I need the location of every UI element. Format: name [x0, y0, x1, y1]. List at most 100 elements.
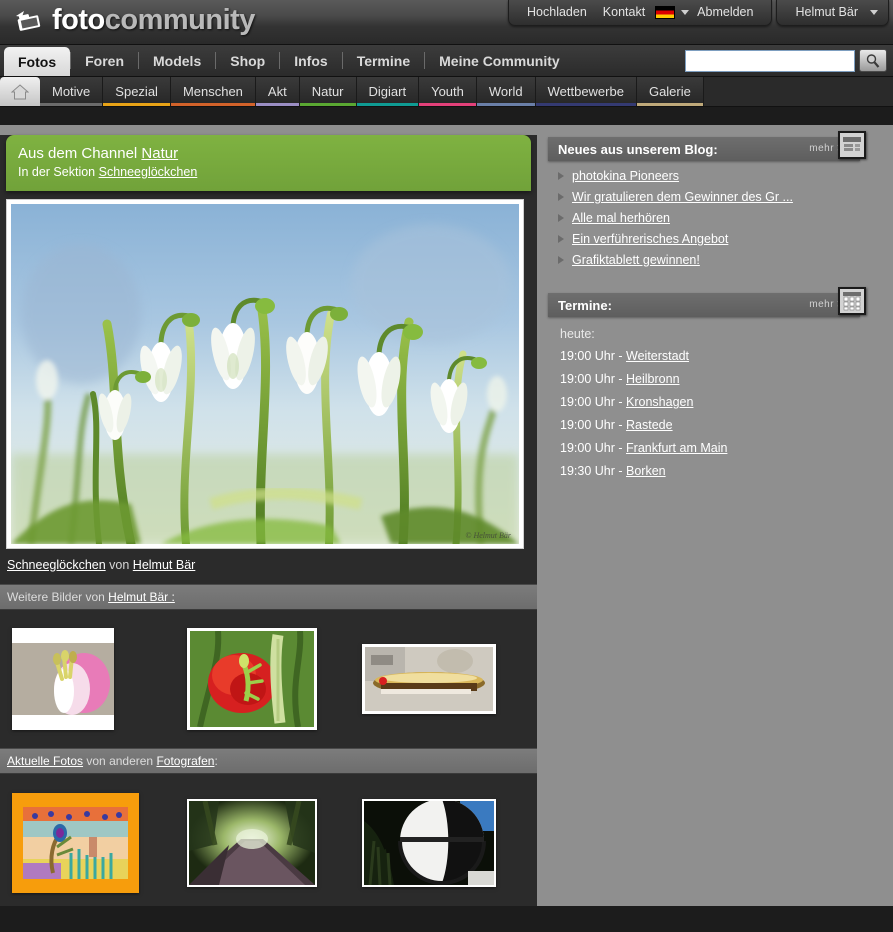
subnav-underline-youth — [419, 103, 476, 106]
blog-link[interactable]: Alle mal herhören — [572, 211, 670, 225]
blog-link[interactable]: Grafiktablett gewinnen! — [572, 253, 700, 267]
logout-button[interactable]: Abmelden — [689, 4, 761, 20]
blog-link[interactable]: Ein verführerisches Angebot — [572, 232, 728, 246]
thumbnail-slot — [362, 644, 537, 714]
subnav-item-galerie[interactable]: Galerie — [636, 77, 704, 106]
blog-panel-header: Neues aus unserem Blog: mehr >> — [548, 131, 866, 161]
thumb-pink-flower[interactable] — [12, 628, 114, 730]
topnav-item-hochladen[interactable]: Hochladen — [519, 4, 595, 20]
logo-community: community — [104, 4, 256, 36]
subnav-item-menschen[interactable]: Menschen — [170, 77, 256, 106]
thumb-red-poppy[interactable] — [187, 628, 317, 730]
channel-line-1: Aus dem Channel Natur — [18, 145, 519, 162]
termin-place-link[interactable]: Weiterstadt — [626, 349, 689, 363]
search-button[interactable] — [859, 49, 887, 72]
more-by-author-link[interactable]: Helmut Bär : — [108, 590, 175, 604]
search-input[interactable] — [685, 49, 855, 72]
list-item: 19:00 Uhr - Heilbronn — [558, 372, 893, 386]
list-item: 19:30 Uhr - Borken — [558, 464, 893, 478]
photo-caption: Schneeglöckchen von Helmut Bär — [0, 548, 537, 584]
german-flag-icon[interactable] — [655, 5, 676, 19]
tab-meine-community[interactable]: Meine Community — [425, 45, 574, 76]
termin-time: 19:30 Uhr - — [560, 464, 627, 478]
subnav-item-wettbewerbe[interactable]: Wettbewerbe — [535, 77, 637, 106]
arrow-right-icon — [558, 193, 564, 201]
subnav-item-natur[interactable]: Natur — [299, 77, 357, 106]
subnav-label: Akt — [267, 84, 287, 99]
home-button[interactable] — [0, 77, 40, 106]
tab-foren[interactable]: Foren — [71, 45, 138, 76]
termine-panel-header: Termine: mehr >> — [548, 287, 866, 317]
photographers-link[interactable]: Fotografen — [156, 754, 214, 768]
arrow-right-icon — [558, 172, 564, 180]
list-item: Alle mal herhören — [558, 211, 893, 225]
thumb-digiart-peacock-image — [23, 807, 128, 879]
termin-place-link[interactable]: Heilbronn — [626, 372, 680, 386]
subnav-label: Spezial — [115, 84, 158, 99]
blog-link[interactable]: photokina Pioneers — [572, 169, 679, 183]
recent-thumbnail-row — [0, 774, 537, 912]
termin-time: 19:00 Uhr - — [560, 395, 627, 409]
blog-link[interactable]: Wir gratulieren dem Gewinner des Gr ... — [572, 190, 793, 204]
subnav-item-world[interactable]: World — [476, 77, 536, 106]
termin-place-link[interactable]: Borken — [626, 464, 666, 478]
tab-termine[interactable]: Termine — [343, 45, 424, 76]
channel-prefix: Aus dem Channel — [18, 145, 142, 162]
top-navigation: Hochladen Kontakt Abmelden Helmut Bär — [508, 0, 893, 26]
photo-title-link[interactable]: Schneeglöckchen — [7, 558, 106, 572]
subnav-label: Digiart — [368, 84, 407, 99]
home-icon — [11, 83, 29, 99]
subnav-item-motive[interactable]: Motive — [40, 77, 104, 106]
subnav-item-spezial[interactable]: Spezial — [103, 77, 171, 106]
subnav-label: Wettbewerbe — [547, 84, 624, 99]
subnav-underline-digiart — [356, 103, 419, 106]
hero-photo-frame[interactable]: © Helmut Bär — [7, 200, 523, 548]
top-nav-user-group[interactable]: Helmut Bär — [776, 0, 889, 26]
subnav-underline-akt — [255, 103, 299, 106]
recent-photos-link[interactable]: Aktuelle Fotos — [7, 754, 83, 768]
thumb-red-poppy-image — [190, 630, 314, 728]
channel-link-natur[interactable]: Natur — [141, 145, 178, 162]
thumb-white-sphere[interactable] — [362, 799, 496, 887]
tab-models[interactable]: Models — [139, 45, 215, 76]
content-column: Aus dem Channel Natur In der Sektion Sch… — [0, 135, 537, 906]
termin-place-link[interactable]: Kronshagen — [626, 395, 693, 409]
tab-fotos[interactable]: Fotos — [4, 47, 71, 76]
tab-shop[interactable]: Shop — [216, 45, 279, 76]
section-prefix: In der Sektion — [18, 165, 99, 179]
top-nav-main-group: Hochladen Kontakt Abmelden — [508, 0, 773, 26]
thumbnail-slot — [12, 793, 187, 893]
chevron-down-icon-language[interactable] — [681, 9, 690, 15]
author-thumbnail-row — [0, 610, 537, 748]
list-item: Grafiktablett gewinnen! — [558, 253, 893, 267]
thumb-brass-object[interactable] — [362, 644, 496, 714]
list-item: photokina Pioneers — [558, 169, 893, 183]
snowdrops-illustration — [11, 204, 519, 544]
hero-photo-image: © Helmut Bär — [11, 204, 519, 544]
thumbnail-slot — [187, 628, 362, 730]
thumb-digiart-peacock[interactable] — [12, 793, 139, 893]
newspaper-icon[interactable] — [838, 131, 866, 159]
topnav-item-kontakt[interactable]: Kontakt — [595, 4, 653, 20]
arrow-right-icon — [558, 235, 564, 243]
subnav-item-digiart[interactable]: Digiart — [356, 77, 420, 106]
search-area — [685, 49, 887, 72]
subnav-item-youth[interactable]: Youth — [419, 77, 477, 106]
page-inner: Aus dem Channel Natur In der Sektion Sch… — [0, 125, 893, 906]
user-menu-label[interactable]: Helmut Bär — [787, 4, 866, 20]
subnav-underline-wettbewerbe — [535, 103, 636, 106]
thumb-forest-road[interactable] — [187, 799, 317, 887]
photo-author-link[interactable]: Helmut Bär — [133, 558, 196, 572]
list-item: Wir gratulieren dem Gewinner des Gr ... — [558, 190, 893, 204]
site-logo[interactable]: fotocommunity — [14, 4, 255, 37]
chevron-down-icon-user[interactable] — [870, 9, 878, 15]
subnav-item-akt[interactable]: Akt — [255, 77, 300, 106]
termine-panel-body: heute: 19:00 Uhr - Weiterstadt 19:00 Uhr… — [548, 317, 893, 478]
hero-photo-wrap: © Helmut Bär — [0, 191, 537, 548]
termin-place-link[interactable]: Rastede — [626, 418, 673, 432]
tab-infos[interactable]: Infos — [280, 45, 341, 76]
termin-place-link[interactable]: Frankfurt am Main — [626, 441, 727, 455]
blog-panel-body: photokina Pioneers Wir gratulieren dem G… — [548, 161, 893, 267]
calendar-icon[interactable] — [838, 287, 866, 315]
section-link-schneegloeckchen[interactable]: Schneeglöckchen — [99, 165, 198, 179]
